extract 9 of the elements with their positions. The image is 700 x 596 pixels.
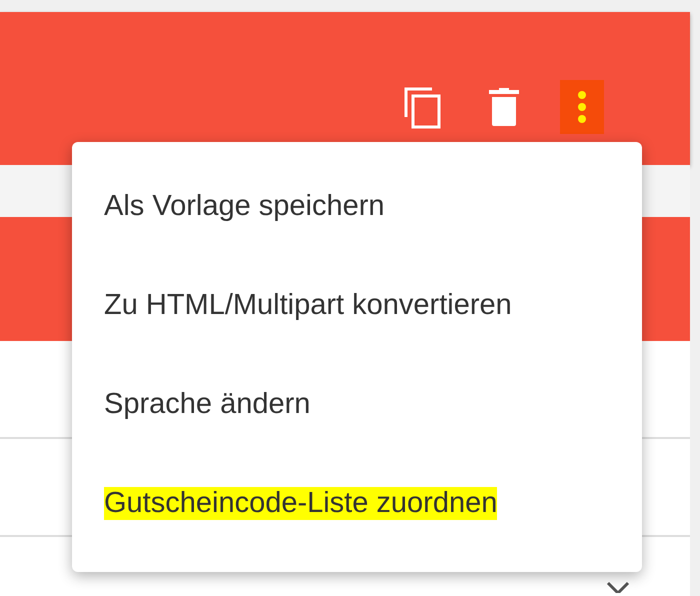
- menu-item[interactable]: Sprache ändern: [72, 366, 642, 465]
- chevron-icon: [606, 581, 630, 593]
- menu-item[interactable]: Gutscheincode-Liste zuordnen: [72, 465, 642, 564]
- menu-item[interactable]: Zu HTML/Multipart konvertieren: [72, 267, 642, 366]
- more-button[interactable]: [560, 80, 604, 134]
- more-icon: [577, 90, 587, 124]
- menu-item[interactable]: Als Vorlage speichern: [72, 168, 642, 267]
- copy-icon: [402, 85, 442, 129]
- trash-icon: [489, 88, 519, 126]
